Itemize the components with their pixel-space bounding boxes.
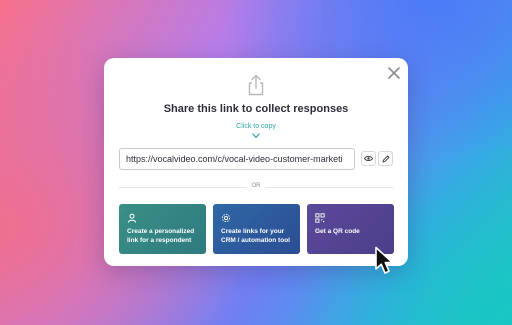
card-label-line1: Create links for your [221,228,285,235]
card-label-line1: Create a personalized [127,228,195,235]
edit-button[interactable] [378,151,393,166]
mouse-pointer-icon [375,246,394,274]
personalized-link-card[interactable]: Create a personalized link for a respond… [119,204,206,254]
preview-button[interactable] [361,151,376,166]
share-url-field[interactable]: https://vocalvideo.com/c/vocal-video-cus… [119,148,355,170]
share-url-text: https://vocalvideo.com/c/vocal-video-cus… [126,154,343,164]
crm-links-card[interactable]: Create links for your CRM / automation t… [213,204,300,254]
share-modal: Share this link to collect responses Cli… [104,58,408,266]
modal-title: Share this link to collect responses [163,103,349,115]
or-divider-label: OR [251,183,261,189]
gear-icon [221,213,231,223]
card-label: Get a QR code [315,228,360,235]
card-label-line2: link for a respondent [127,237,192,244]
qr-code-icon [315,213,325,223]
eye-icon [364,156,373,161]
share-icon [248,74,264,96]
chevron-down-icon[interactable] [252,133,260,139]
person-icon [128,213,136,223]
card-label-line2: CRM / automation tool [221,237,290,244]
click-to-copy-link[interactable]: Click to copy [104,123,408,130]
divider-right [266,187,393,188]
close-icon[interactable] [386,65,402,81]
pencil-icon [382,155,389,162]
